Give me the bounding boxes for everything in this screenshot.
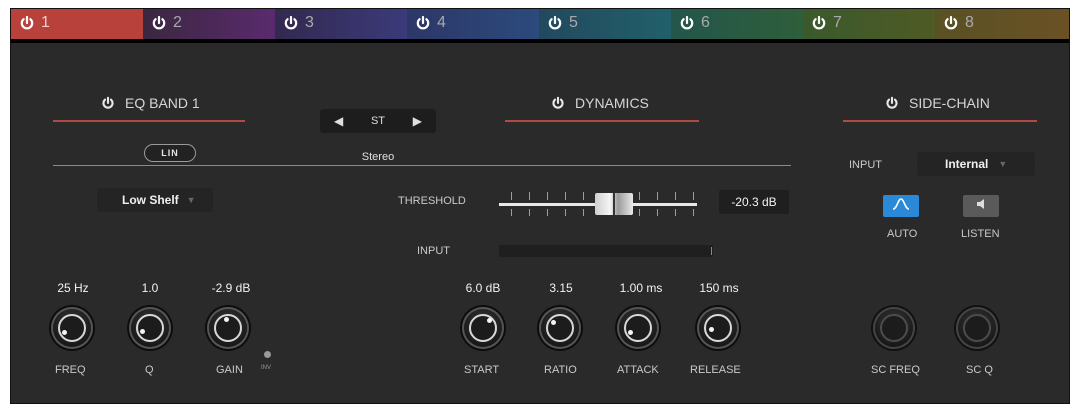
power-icon[interactable] — [679, 15, 695, 31]
input-meter-label: INPUT — [417, 245, 450, 257]
power-icon[interactable] — [811, 15, 827, 31]
attack-knob[interactable] — [617, 307, 659, 349]
ratio-label: RATIO — [544, 364, 577, 376]
release-label: RELEASE — [690, 364, 741, 376]
filter-type-dropdown[interactable]: Low Shelf ▼ — [97, 188, 213, 212]
tab-band-4[interactable]: 4 — [407, 9, 539, 39]
sidechain-power-icon[interactable] — [885, 96, 899, 110]
sidechain-title: SIDE-CHAIN — [909, 95, 990, 111]
q-value: 1.0 — [141, 281, 159, 295]
inv-toggle[interactable] — [264, 351, 271, 358]
tab-band-3[interactable]: 3 — [275, 9, 407, 39]
power-icon[interactable] — [943, 15, 959, 31]
filter-type-value: Low Shelf — [122, 193, 179, 207]
arrow-right-icon[interactable]: ▶ — [413, 114, 422, 128]
channel-mode: ST — [370, 115, 386, 127]
freq-value: 25 Hz — [57, 281, 89, 295]
q-label: Q — [145, 364, 154, 376]
power-icon[interactable] — [547, 15, 563, 31]
tabs-divider — [11, 39, 1069, 43]
dynamics-power-icon[interactable] — [551, 96, 565, 110]
q-knob[interactable] — [129, 307, 171, 349]
eq-header-line — [53, 120, 245, 122]
sc-q-knob[interactable] — [956, 307, 998, 349]
tab-band-6[interactable]: 6 — [671, 9, 803, 39]
tab-number: 4 — [437, 14, 446, 31]
power-icon[interactable] — [19, 15, 35, 31]
freq-label: FREQ — [55, 364, 86, 376]
arrow-left-icon[interactable]: ◀ — [334, 114, 343, 128]
sc-freq-label: SC FREQ — [871, 364, 920, 376]
start-label: START — [464, 364, 500, 376]
release-knob[interactable] — [697, 307, 739, 349]
threshold-label: THRESHOLD — [398, 195, 466, 207]
sc-input-value: Internal — [945, 157, 989, 171]
dynamics-title: DYNAMICS — [575, 95, 649, 111]
tab-number: 6 — [701, 14, 710, 31]
threshold-handle[interactable] — [595, 193, 633, 215]
band-tabs: 1 2 3 4 5 6 7 8 — [11, 9, 1069, 39]
bell-curve-icon — [891, 197, 911, 216]
plugin-panel: 1 2 3 4 5 6 7 8 EQ BAND 1 LIN Low Shelf … — [10, 8, 1070, 404]
tab-number: 3 — [305, 14, 314, 31]
power-icon[interactable] — [151, 15, 167, 31]
dynamics-header: DYNAMICS — [551, 95, 649, 111]
sc-input-label: INPUT — [849, 159, 882, 171]
threshold-slider[interactable] — [499, 192, 697, 216]
chevron-down-icon: ▼ — [186, 195, 196, 205]
eq-header: EQ BAND 1 — [101, 95, 200, 111]
inv-label: INV — [261, 365, 272, 371]
eq-power-icon[interactable] — [101, 96, 115, 110]
chevron-down-icon: ▼ — [998, 159, 1008, 169]
sidechain-header: SIDE-CHAIN — [885, 95, 990, 111]
tab-number: 8 — [965, 14, 974, 31]
release-value: 150 ms — [699, 281, 739, 295]
sc-freq-knob[interactable] — [873, 307, 915, 349]
tab-number: 1 — [41, 14, 50, 31]
input-level-meter — [499, 245, 713, 257]
eq-band-title: EQ BAND 1 — [125, 95, 200, 111]
tab-band-5[interactable]: 5 — [539, 9, 671, 39]
section-divider — [53, 165, 791, 166]
speaker-icon — [974, 197, 988, 215]
threshold-value[interactable]: -20.3 dB — [719, 190, 789, 214]
power-icon[interactable] — [415, 15, 431, 31]
auto-label: AUTO — [887, 228, 918, 240]
tab-band-2[interactable]: 2 — [143, 9, 275, 39]
channel-selector: ◀ ST ▶ — [320, 109, 436, 133]
sc-q-label: SC Q — [966, 364, 993, 376]
start-knob[interactable] — [462, 307, 504, 349]
tab-number: 2 — [173, 14, 182, 31]
freq-knob[interactable] — [51, 307, 93, 349]
gain-label: GAIN — [216, 364, 243, 376]
power-icon[interactable] — [283, 15, 299, 31]
ratio-knob[interactable] — [539, 307, 581, 349]
tab-band-8[interactable]: 8 — [935, 9, 1069, 39]
gain-knob[interactable] — [207, 307, 249, 349]
start-value: 6.0 dB — [465, 281, 501, 295]
sidechain-header-line — [843, 120, 1037, 122]
tab-band-1[interactable]: 1 — [11, 9, 143, 39]
tab-number: 7 — [833, 14, 842, 31]
stereo-label: Stereo — [361, 151, 395, 163]
lin-button[interactable]: LIN — [144, 144, 196, 162]
attack-value: 1.00 ms — [619, 281, 663, 295]
dynamics-header-line — [505, 120, 699, 122]
gain-value: -2.9 dB — [211, 281, 251, 295]
tab-band-7[interactable]: 7 — [803, 9, 935, 39]
sc-input-dropdown[interactable]: Internal ▼ — [917, 152, 1035, 176]
attack-label: ATTACK — [617, 364, 659, 376]
listen-button[interactable] — [963, 195, 999, 217]
auto-button[interactable] — [883, 195, 919, 217]
listen-label: LISTEN — [961, 228, 1000, 240]
tab-number: 5 — [569, 14, 578, 31]
ratio-value: 3.15 — [549, 281, 573, 295]
